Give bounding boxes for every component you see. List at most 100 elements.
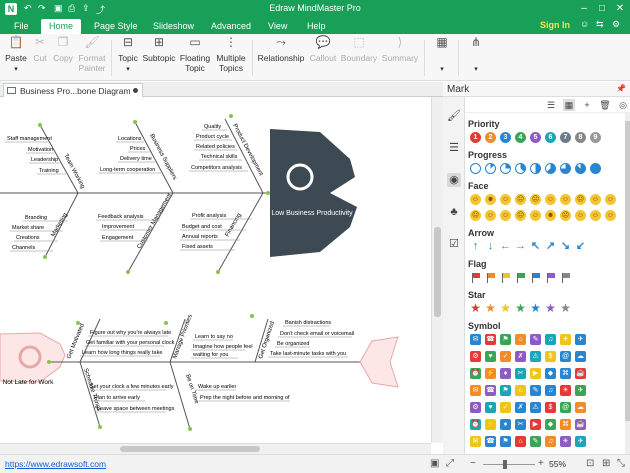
zoom-out-icon[interactable]: − [470, 458, 476, 469]
delete-mark-icon[interactable]: 🗑 [599, 99, 611, 111]
subtopic[interactable]: Engagement [102, 235, 134, 241]
tab-help[interactable]: Help [299, 19, 334, 34]
symbol-icon[interactable]: ☕ [575, 419, 586, 430]
symbol-icon[interactable]: ◆ [545, 419, 556, 430]
branch-marketing[interactable]: Marketing [51, 212, 69, 238]
symbol-icon[interactable]: ◆ [545, 368, 556, 379]
layout-button[interactable]: ▦ ▾ [432, 36, 452, 75]
subtopic[interactable]: Budget and cost [182, 224, 222, 230]
scroll-thumb[interactable] [434, 227, 441, 317]
subtopic[interactable]: Channels [12, 245, 35, 251]
face-15-icon[interactable]: ☻ [545, 210, 556, 221]
fit-window-icon[interactable]: ⊞ [602, 458, 610, 469]
symbol-icon[interactable]: ☀ [560, 385, 571, 396]
subtopic[interactable]: Related policies [196, 144, 235, 150]
symbol-icon[interactable]: ⚡ [485, 368, 496, 379]
symbol-icon[interactable]: ☎ [485, 436, 496, 447]
face-11-icon[interactable]: ☺ [485, 210, 496, 221]
priority-1-icon[interactable]: 1 [470, 132, 481, 143]
symbol-icon[interactable]: ☕ [575, 368, 586, 379]
subtopic[interactable]: Leave space between meetings [97, 406, 175, 412]
share-menu-icon[interactable]: ⇆ [596, 19, 604, 30]
tab-slideshow[interactable]: Slideshow [145, 19, 202, 34]
symbol-icon[interactable]: @ [560, 402, 571, 413]
vertical-scrollbar[interactable] [431, 97, 443, 443]
symbol-icon[interactable]: ⚠ [530, 402, 541, 413]
subtopic[interactable]: Motivation [28, 147, 53, 153]
structure-button[interactable]: ⋔ ▾ [466, 36, 486, 75]
face-8-icon[interactable]: ☺ [590, 194, 601, 205]
mark-icon[interactable]: ◉ [447, 173, 461, 187]
progress-6-icon[interactable] [560, 163, 571, 174]
subtopic[interactable]: Don't check email or voicemail [280, 331, 354, 337]
pin-icon[interactable]: 📌 [616, 84, 626, 93]
subtopic[interactable]: Get familiar with your personal clock [86, 340, 175, 346]
symbol-icon[interactable]: ♫ [545, 436, 556, 447]
face-1-icon[interactable]: ☻ [485, 194, 496, 205]
subtopic[interactable]: Long-term cooperation [100, 167, 155, 173]
star-0-icon[interactable]: ★ [470, 302, 481, 314]
zoom-slider[interactable] [483, 464, 535, 465]
symbol-icon[interactable]: ▶ [530, 368, 541, 379]
arrow-1-icon[interactable]: ↓ [485, 241, 496, 252]
symbol-icon[interactable]: $ [545, 402, 556, 413]
panel-scrollbar[interactable] [625, 113, 630, 454]
subtopic[interactable]: Feedback analysis [98, 214, 144, 220]
sign-in-link[interactable]: Sign In [540, 20, 570, 30]
symbol-icon[interactable]: ✎ [530, 385, 541, 396]
symbol-icon[interactable]: ✗ [515, 402, 526, 413]
symbol-icon[interactable]: ✓ [500, 402, 511, 413]
symbol-icon[interactable]: ✗ [515, 351, 526, 362]
maximize-icon[interactable]: □ [595, 2, 609, 16]
subtopic[interactable]: Be organized [277, 341, 309, 347]
floating-topic-button[interactable]: ▭ Floating Topic [178, 36, 212, 73]
symbol-icon[interactable]: ⚙ [470, 351, 481, 362]
arrow-4-icon[interactable]: ↖ [530, 241, 541, 252]
multiple-topics-button[interactable]: ⋮ Multiple Topics [213, 36, 249, 73]
symbol-icon[interactable]: ✂ [515, 419, 526, 430]
arrow-2-icon[interactable]: ← [500, 241, 511, 252]
face-16-icon[interactable]: ☹ [560, 210, 571, 221]
summary-button[interactable]: ⟩ Summary [380, 36, 420, 63]
document-tab[interactable]: Business Pro...bone Diagram [3, 83, 143, 97]
symbol-icon[interactable]: ♥ [485, 351, 496, 362]
cut-button[interactable]: ✂ Cut [30, 36, 50, 63]
face-4-icon[interactable]: ☹ [530, 194, 541, 205]
symbol-icon[interactable]: $ [545, 351, 556, 362]
arrow-5-icon[interactable]: ↗ [545, 241, 556, 252]
symbol-icon[interactable]: ✉ [470, 436, 481, 447]
flag-2-icon[interactable] [500, 272, 511, 283]
star-2-icon[interactable]: ★ [500, 302, 511, 314]
subtopic[interactable]: Creations [16, 235, 40, 241]
subtopic[interactable]: Staff management [7, 136, 52, 142]
fish-head[interactable] [0, 332, 66, 383]
symbol-icon[interactable]: ⚙ [470, 402, 481, 413]
tab-advanced[interactable]: Advanced [203, 19, 259, 34]
subtopic[interactable]: Market share [12, 225, 44, 231]
subtopic[interactable]: Product cycle [196, 134, 229, 140]
expand-icon[interactable]: ⤡ [617, 458, 625, 469]
fish-head[interactable] [270, 129, 357, 257]
format-icon[interactable]: 🖌 [447, 109, 461, 123]
symbol-icon[interactable]: ⚡ [485, 419, 496, 430]
symbol-icon[interactable]: ✈ [575, 334, 586, 345]
zoom-slider-handle[interactable] [503, 460, 507, 469]
subtopic[interactable]: Prices [130, 146, 146, 152]
flag-5-icon[interactable] [545, 272, 556, 283]
arrow-6-icon[interactable]: ↘ [560, 241, 571, 252]
symbol-icon[interactable]: ⌂ [515, 334, 526, 345]
arrow-7-icon[interactable]: ↙ [575, 241, 586, 252]
fullscreen-icon[interactable]: ⤢ [446, 458, 454, 469]
subtopic[interactable]: waiting for you [192, 352, 228, 358]
symbol-icon[interactable]: ♫ [545, 385, 556, 396]
star-6-icon[interactable]: ★ [560, 302, 571, 314]
priority-9-icon[interactable]: 9 [590, 132, 601, 143]
canvas[interactable]: Low Business Productivity Team Working B… [0, 97, 431, 443]
head-label[interactable]: Not Late for Work [3, 379, 55, 386]
symbol-icon[interactable]: ☀ [560, 334, 571, 345]
flag-6-icon[interactable] [560, 272, 571, 283]
horizontal-scrollbar[interactable] [0, 443, 431, 454]
fit-width-icon[interactable]: ⊡ [586, 458, 594, 469]
progress-5-icon[interactable] [545, 163, 556, 174]
grid-view-icon[interactable]: ▦ [563, 99, 575, 111]
